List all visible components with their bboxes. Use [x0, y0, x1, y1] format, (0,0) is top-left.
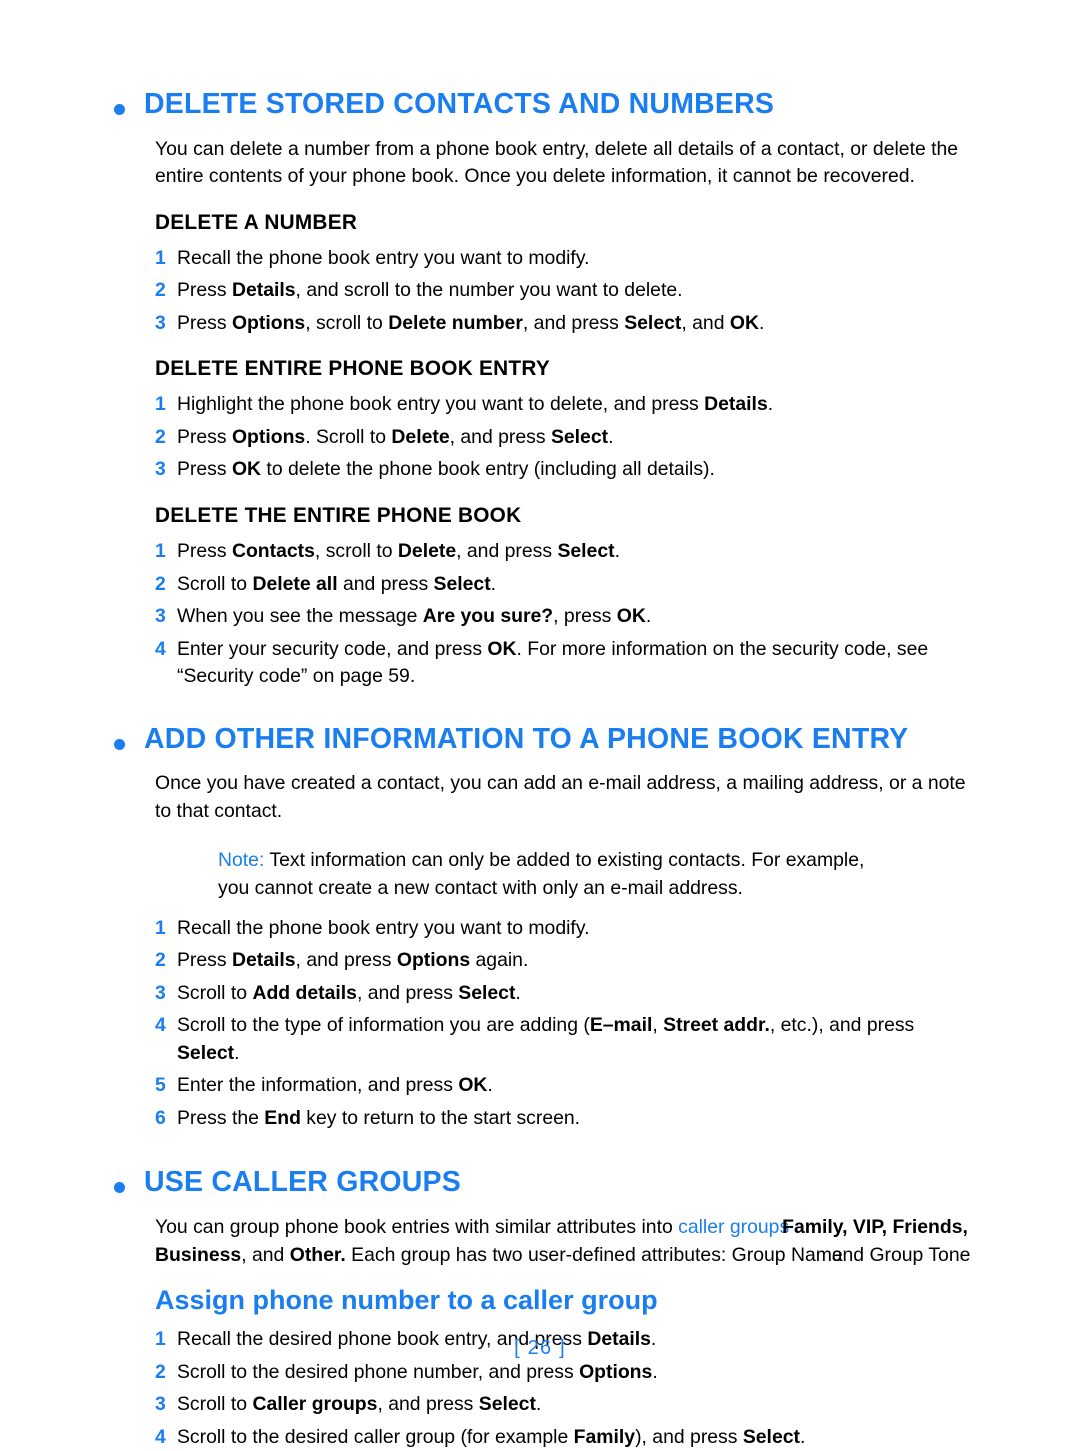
step-text: Recall the phone book entry you want to …: [177, 916, 590, 939]
note-block: Note: Text information can only be added…: [100, 847, 980, 902]
step-number: 2: [155, 572, 166, 595]
step-text: Scroll to the desired phone number, and …: [177, 1360, 658, 1383]
step-text: Scroll to the desired caller group (for …: [177, 1425, 806, 1448]
step-text: Scroll to Caller groups, and press Selec…: [177, 1393, 542, 1416]
step-number: 2: [155, 279, 166, 302]
manual-page: DELETE STORED CONTACTS AND NUMBERS You c…: [0, 0, 1080, 1448]
step-text: When you see the message Are you sure?, …: [177, 605, 652, 628]
group-name-business: Business: [155, 1243, 242, 1266]
page-number: [ 26 ]: [514, 1337, 566, 1359]
group-name-other: Other.: [289, 1243, 346, 1266]
bullet-icon: [114, 104, 125, 115]
section-heading-use-caller-groups: USE CALLER GROUPS: [100, 1166, 980, 1200]
section-heading-text: DELETE STORED CONTACTS AND NUMBERS: [144, 88, 775, 120]
intro-text-lead: You can group phone book entries with si…: [155, 1216, 679, 1238]
step-number: 1: [155, 246, 166, 269]
bullet-icon: [114, 1182, 125, 1194]
step-number: 3: [155, 458, 166, 481]
attribute-group-tone: Group Tone: [869, 1243, 971, 1266]
bullet-icon: [114, 738, 125, 750]
section-intro-paragraph: You can delete a number from a phone boo…: [155, 137, 959, 188]
step-text: Scroll to the type of information you ar…: [177, 1014, 915, 1064]
list-item: 2 Press Details, and scroll to the numbe…: [155, 277, 980, 305]
subsection-heading-delete-entire-entry: DELETE ENTIRE PHONE BOOK ENTRY: [155, 357, 550, 381]
section-heading-add-other-information: ADD OTHER INFORMATION TO A PHONE BOOK EN…: [100, 723, 980, 757]
list-item: 4 Scroll to the type of information you …: [155, 1012, 980, 1067]
list-item: 3 Press OK to delete the phone book entr…: [155, 456, 980, 484]
step-number: 4: [155, 1014, 166, 1037]
step-number: 5: [155, 1074, 166, 1097]
list-item: 2 Scroll to the desired phone number, an…: [155, 1359, 980, 1387]
list-item: 3 Press Options, scroll to Delete number…: [155, 310, 980, 338]
step-text: Press Contacts, scroll to Delete, and pr…: [177, 540, 620, 562]
step-text: Scroll to Add details, and press Select.: [177, 981, 521, 1004]
step-text: Press the End key to return to the start…: [177, 1106, 581, 1129]
step-number: 1: [155, 916, 166, 939]
section-heading-text: USE CALLER GROUPS: [144, 1166, 461, 1199]
step-number: 3: [155, 981, 166, 1004]
step-text: Press Details, and scroll to the number …: [177, 279, 683, 302]
step-text: Scroll to Delete all and press Select.: [177, 572, 497, 595]
step-text: Highlight the phone book entry you want …: [177, 393, 774, 416]
list-item: 5 Enter the information, and press OK.: [155, 1072, 980, 1100]
note-text: Text information can only be added to ex…: [218, 849, 865, 899]
step-number: 4: [155, 637, 166, 660]
section-heading-delete-stored-contacts: DELETE STORED CONTACTS AND NUMBERS: [100, 88, 980, 122]
list-item: 2 Press Details, and press Options again…: [155, 947, 980, 975]
section-intro-paragraph: Once you have created a contact, you can…: [155, 772, 966, 822]
list-item: 1 Recall the phone book entry you want t…: [155, 245, 980, 273]
step-number: 3: [155, 605, 166, 628]
list-item: 3 Scroll to Add details, and press Selec…: [155, 980, 980, 1008]
list-item: 2 Press Options. Scroll to Delete, and p…: [155, 424, 980, 452]
list-item: 4 Enter your security code, and press OK…: [155, 636, 980, 691]
steps-delete-a-number: 1 Recall the phone book entry you want t…: [100, 245, 980, 338]
caller-groups-intro-paragraph: You can group phone book entries with si…: [100, 1214, 980, 1269]
steps-delete-entire-entry: 1 Highlight the phone book entry you wan…: [100, 391, 980, 484]
step-number: 1: [155, 540, 166, 562]
steps-add-other-information: 1 Recall the phone book entry you want t…: [100, 915, 980, 1133]
step-number: 2: [155, 1360, 166, 1383]
subsection-heading-delete-a-number: DELETE A NUMBER: [155, 210, 358, 234]
group-names-line1: Family, VIP, Friends,: [782, 1216, 968, 1238]
attribute-conjunction: and: [831, 1243, 870, 1266]
step-text: Press OK to delete the phone book entry …: [177, 458, 715, 481]
step-number: 2: [155, 949, 166, 972]
steps-delete-entire-phone-book: 1 Press Contacts, scroll to Delete, and …: [100, 538, 980, 691]
step-text: Enter your security code, and press OK. …: [177, 637, 929, 688]
list-item: 3 Scroll to Caller groups, and press Sel…: [155, 1391, 980, 1419]
step-number: 4: [155, 1425, 166, 1448]
list-item: 4 Scroll to the desired caller group (fo…: [155, 1424, 980, 1451]
step-number: 3: [155, 1393, 166, 1416]
list-item: 3 When you see the message Are you sure?…: [155, 603, 980, 631]
caller-groups-link[interactable]: caller groups: [678, 1216, 789, 1238]
step-text: Recall the phone book entry you want to …: [177, 246, 590, 269]
step-number: 2: [155, 425, 166, 448]
list-item: 1 Highlight the phone book entry you wan…: [155, 391, 980, 419]
step-number: 6: [155, 1106, 166, 1129]
step-text: Press Options. Scroll to Delete, and pre…: [177, 425, 614, 448]
step-number: 1: [155, 393, 166, 416]
step-text: Enter the information, and press OK.: [177, 1074, 493, 1097]
list-item: 2 Scroll to Delete all and press Select.: [155, 571, 980, 599]
subheading-assign-phone-number: Assign phone number to a caller group: [155, 1285, 658, 1316]
group-conjunction: , and: [241, 1243, 290, 1266]
list-item: 1 Press Contacts, scroll to Delete, and …: [155, 538, 980, 566]
subsection-heading-delete-entire-phone-book: DELETE THE ENTIRE PHONE BOOK: [155, 504, 522, 527]
list-item: 1 Recall the phone book entry you want t…: [155, 915, 980, 943]
step-text: Press Details, and press Options again.: [177, 949, 529, 972]
step-text: Press Options, scroll to Delete number, …: [177, 311, 765, 334]
note-label: Note:: [218, 849, 265, 872]
list-item: 6 Press the End key to return to the sta…: [155, 1105, 980, 1133]
attribute-group-name: Group Name: [731, 1243, 843, 1266]
section-heading-text: ADD OTHER INFORMATION TO A PHONE BOOK EN…: [144, 722, 909, 755]
step-number: 3: [155, 311, 166, 334]
intro-text-attributes: Each group has two user-defined attribut…: [345, 1243, 732, 1266]
